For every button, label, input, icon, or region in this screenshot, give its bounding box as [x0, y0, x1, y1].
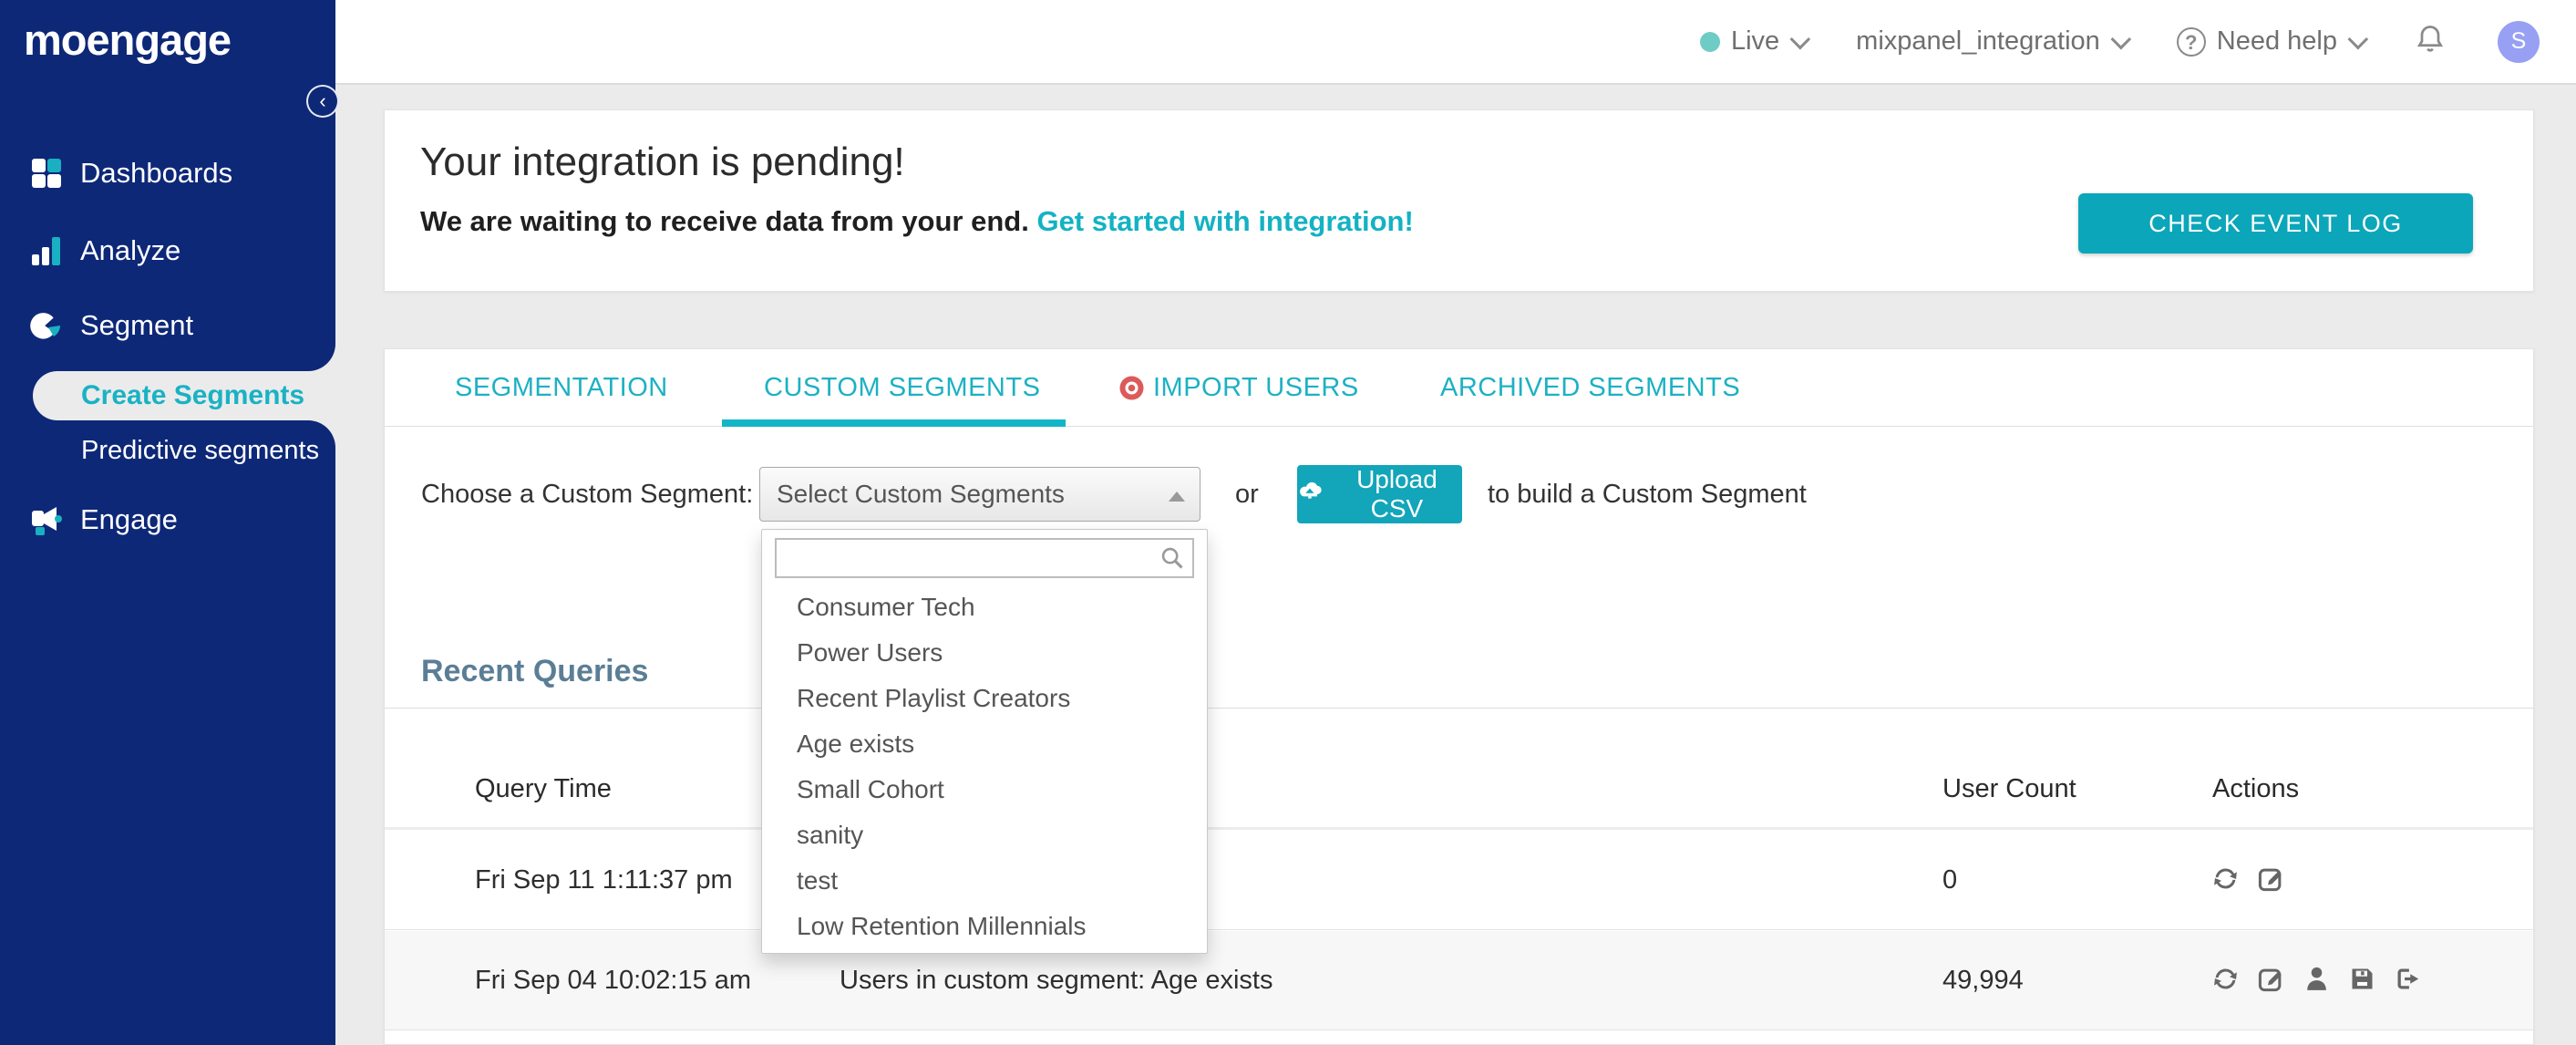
select-value: Select Custom Segments [777, 480, 1065, 508]
avatar-initial: S [2510, 28, 2527, 54]
refresh-icon[interactable] [2210, 864, 2241, 894]
project-selector[interactable]: mixpanel_integration [1856, 26, 2131, 57]
segments-card: SEGMENTATION CUSTOM SEGMENTS IMPORT USER… [384, 348, 2534, 1045]
refresh-icon[interactable] [2210, 964, 2241, 994]
sidebar-item-create-segments[interactable]: Create Segments [33, 371, 335, 420]
pill-notch-top [308, 344, 335, 371]
segment-option[interactable]: sanity [762, 812, 1207, 858]
tabs-row: SEGMENTATION CUSTOM SEGMENTS IMPORT USER… [385, 349, 2533, 427]
user-icon[interactable] [2302, 964, 2332, 994]
save-icon[interactable] [2347, 964, 2377, 994]
tab-label: IMPORT USERS [1153, 373, 1359, 402]
sidebar-item-label: Segment [80, 309, 194, 341]
query-cell: Users in custom segment: Age exists [840, 966, 1273, 995]
integration-pending-banner: Your integration is pending! We are wait… [384, 109, 2534, 292]
bell-icon [2416, 26, 2444, 52]
check-event-log-button[interactable]: CHECK EVENT LOG [2078, 193, 2473, 253]
column-header-actions: Actions [2212, 774, 2300, 803]
environment-label: Live [1730, 26, 1780, 56]
or-text: or [1235, 480, 1259, 509]
custom-segments-select[interactable]: Select Custom Segments [759, 467, 1200, 522]
segment-option[interactable]: Recent Playlist Creators [762, 676, 1207, 721]
export-icon[interactable] [2393, 964, 2423, 994]
moengage-logo[interactable]: moengage [24, 15, 232, 65]
sidebar-item-dashboards[interactable]: Dashboards [0, 151, 335, 195]
segment-option[interactable]: Power Users [762, 630, 1207, 676]
banner-title: Your integration is pending! [420, 140, 905, 184]
query-time-cell: Fri Sep 11 1:11:37 pm [475, 865, 733, 895]
sidebar-item-engage[interactable]: Engage [0, 498, 335, 542]
sidebar: moengage Dashboards Analyze Segment Crea… [0, 0, 335, 1045]
engage-icon [30, 503, 63, 536]
banner-subtitle: We are waiting to receive data from your… [420, 205, 1414, 238]
segment-option[interactable]: Consumer Tech [762, 585, 1207, 630]
sidebar-collapse-button[interactable]: ‹ [306, 85, 339, 118]
triangle-up-icon [1169, 491, 1185, 502]
need-help-label: Need help [2216, 26, 2337, 56]
dashboards-icon [30, 157, 63, 190]
topbar: Live mixpanel_integration ? Need help S [335, 0, 2576, 85]
column-header-query-time: Query Time [475, 774, 612, 803]
record-dot-icon [1119, 376, 1144, 400]
notifications-bell[interactable] [2414, 23, 2447, 60]
user-count-cell: 49,994 [1942, 966, 2024, 995]
tab-label: SEGMENTATION [455, 373, 668, 402]
active-tab-underline [722, 419, 1066, 427]
sidebar-item-predictive-segments[interactable]: Predictive segments [81, 436, 319, 466]
sidebar-item-analyze[interactable]: Analyze [0, 229, 335, 273]
project-label: mixpanel_integration [1856, 26, 2100, 56]
segment-option[interactable]: Small Cohort [762, 767, 1207, 812]
tab-label: ARCHIVED SEGMENTS [1440, 373, 1741, 402]
table-row: Fri Sep 04 10:02:15 am Users in custom s… [385, 931, 2533, 1030]
build-segment-suffix: to build a Custom Segment [1488, 480, 1807, 509]
user-avatar[interactable]: S [2498, 20, 2540, 63]
divider [385, 708, 2533, 709]
actions-cell [2210, 964, 2423, 994]
table-row: Fri Sep 11 1:11:37 pm 0 [385, 831, 2533, 930]
tab-label: CUSTOM SEGMENTS [764, 373, 1041, 402]
help-icon: ? [2176, 26, 2206, 57]
segment-search-input[interactable] [775, 538, 1194, 578]
banner-subtitle-text: We are waiting to receive data from your… [420, 205, 1037, 237]
divider [385, 827, 2533, 830]
user-count-cell: 0 [1942, 865, 1958, 895]
edit-icon[interactable] [2256, 864, 2286, 894]
query-time-cell: Fri Sep 04 10:02:15 am [475, 966, 752, 995]
sidebar-item-label: Engage [80, 503, 178, 535]
sidebar-item-label: Create Segments [81, 380, 305, 410]
cloud-upload-icon [1300, 481, 1322, 499]
tab-segmentation[interactable]: SEGMENTATION [455, 373, 668, 403]
environment-selector[interactable]: Live [1699, 26, 1811, 57]
chevron-down-icon [1789, 28, 1811, 49]
custom-segments-dropdown: Consumer Tech Power Users Recent Playlis… [761, 529, 1208, 954]
sidebar-item-label: Dashboards [80, 157, 233, 189]
sidebar-item-segment[interactable]: Segment [0, 304, 335, 347]
edit-icon[interactable] [2256, 964, 2286, 994]
column-header-user-count: User Count [1942, 774, 2076, 803]
segment-icon [30, 309, 63, 342]
chevron-down-icon [2347, 28, 2369, 49]
upload-csv-button[interactable]: Upload CSV [1297, 465, 1462, 523]
chevron-down-icon [2110, 28, 2131, 49]
recent-queries-title: Recent Queries [421, 654, 649, 688]
segment-options-list: Consumer Tech Power Users Recent Playlis… [762, 585, 1207, 949]
actions-cell [2210, 864, 2286, 894]
segment-option[interactable]: Age exists [762, 721, 1207, 767]
moengage-app: moengage Dashboards Analyze Segment Crea… [0, 0, 2576, 1045]
choose-segment-label: Choose a Custom Segment: [421, 480, 754, 509]
analyze-icon [30, 234, 63, 267]
upload-csv-label: Upload CSV [1356, 465, 1437, 522]
tab-custom-segments[interactable]: CUSTOM SEGMENTS [764, 373, 1040, 403]
tab-archived-segments[interactable]: ARCHIVED SEGMENTS [1440, 373, 1740, 403]
sidebar-item-label: Analyze [80, 234, 181, 266]
segment-option[interactable]: Low Retention Millennials [762, 904, 1207, 949]
tab-import-users[interactable]: IMPORT USERS [1119, 373, 1359, 403]
live-status-dot [1699, 31, 1720, 52]
segment-option[interactable]: test [762, 858, 1207, 904]
need-help-menu[interactable]: ? Need help [2176, 26, 2369, 57]
get-started-link[interactable]: Get started with integration! [1036, 205, 1413, 237]
